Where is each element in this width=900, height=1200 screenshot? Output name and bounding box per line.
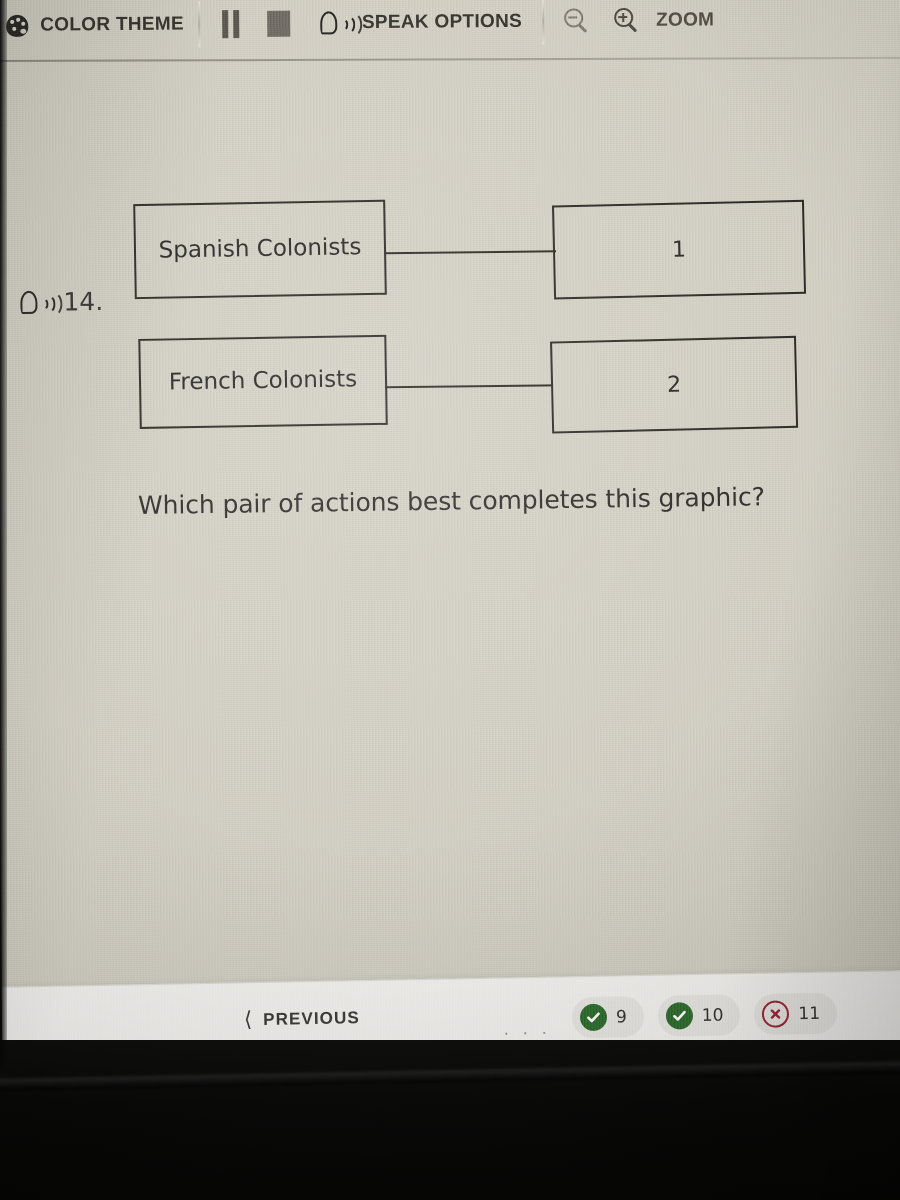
connector-line-1	[384, 250, 557, 255]
box-answer-slot-2: 2	[550, 335, 799, 434]
screen-area: COLOR THEME SPEAK OPTIONS ZOOM 14. Spani…	[0, 0, 900, 1068]
question-chip-9[interactable]: 9	[571, 995, 645, 1039]
x-circle-icon	[762, 1000, 790, 1028]
box-french-colonists-label: French Colonists	[168, 366, 358, 396]
box-spanish-colonists-label: Spanish Colonists	[158, 233, 362, 264]
box-answer-slot-1: 1	[551, 199, 807, 300]
check-circle-icon	[665, 1002, 694, 1030]
previous-button-label: PREVIOUS	[262, 1007, 360, 1029]
question-chip-10-number: 10	[701, 1005, 724, 1026]
question-chip-list: 9 10 11	[571, 992, 838, 1039]
check-circle-icon	[579, 1003, 608, 1032]
screen-left-edge-shadow	[0, 0, 7, 1070]
question-chip-11[interactable]: 11	[754, 992, 838, 1035]
question-chip-10[interactable]: 10	[657, 994, 741, 1037]
graphic-organizer: Spanish Colonists 1 French Colonists 2	[0, 0, 900, 516]
question-chip-9-number: 9	[615, 1006, 627, 1028]
box-spanish-colonists: Spanish Colonists	[133, 199, 387, 300]
box-french-colonists: French Colonists	[138, 334, 388, 429]
question-chip-11-number: 11	[798, 1003, 821, 1024]
previous-button[interactable]: ⟨ PREVIOUS	[243, 1007, 360, 1032]
monitor-photo: COLOR THEME SPEAK OPTIONS ZOOM 14. Spani…	[0, 0, 900, 1200]
chevron-left-icon: ⟨	[243, 1008, 253, 1032]
box-answer-slot-1-label: 1	[671, 236, 687, 263]
connector-line-2	[385, 384, 554, 389]
box-answer-slot-2-label: 2	[666, 372, 682, 398]
